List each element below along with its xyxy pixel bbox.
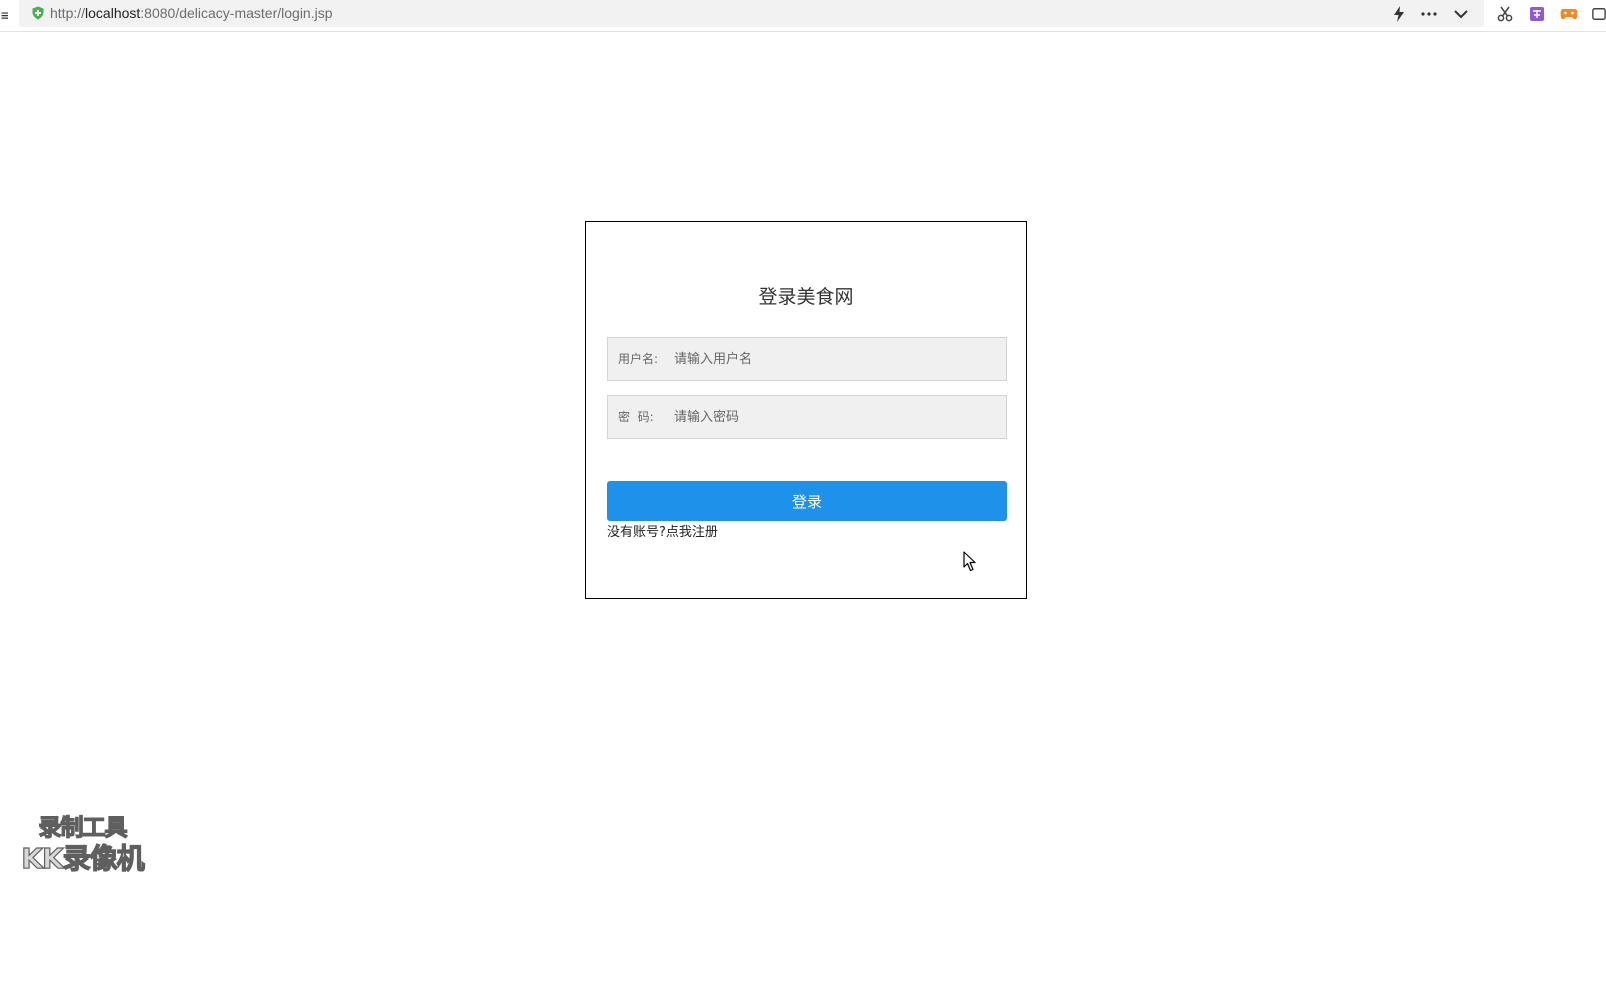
chevron-down-icon[interactable]: [1451, 4, 1471, 24]
watermark-line-1: 录制工具: [38, 814, 128, 841]
extension-icon[interactable]: [1592, 4, 1606, 24]
address-bar[interactable]: http://localhost:8080/delicacy-master/lo…: [19, 0, 1484, 27]
login-card: 登录美食网 用户名: 密 码: 登录 没有账号?点我注册: [585, 221, 1027, 599]
scissors-icon[interactable]: [1495, 4, 1515, 24]
login-title: 登录美食网: [758, 286, 854, 308]
login-button[interactable]: 登录: [607, 481, 1007, 521]
url-text[interactable]: http://localhost:8080/delicacy-master/lo…: [50, 4, 333, 23]
password-label: 密 码:: [618, 410, 654, 424]
lightning-icon[interactable]: [1389, 4, 1409, 24]
username-input[interactable]: [674, 347, 994, 371]
watermark-line-2: KK录像机: [21, 841, 146, 875]
register-link[interactable]: 点我注册: [666, 525, 718, 540]
game-icon[interactable]: [1559, 4, 1579, 24]
url-prefix: http://: [50, 5, 86, 21]
url-path: :8080/delicacy-master/login.jsp: [140, 5, 333, 21]
recorder-watermark: 录制工具 KK录像机: [10, 814, 155, 876]
translate-icon[interactable]: [1527, 4, 1547, 24]
more-icon[interactable]: [1419, 4, 1439, 24]
secure-shield-icon: [32, 6, 44, 20]
browser-toolbar: ≡ http://localhost:8080/delicacy-master/…: [0, 0, 1606, 32]
mouse-cursor-icon: [963, 551, 976, 572]
url-host: localhost: [85, 5, 141, 21]
password-input[interactable]: [674, 405, 994, 429]
register-prompt: 没有账号?点我注册: [607, 524, 718, 542]
username-field[interactable]: 用户名:: [607, 337, 1007, 381]
username-label: 用户名:: [618, 352, 659, 366]
menu-icon[interactable]: ≡: [0, 6, 8, 26]
register-prompt-text: 没有账号?: [607, 525, 666, 540]
password-field[interactable]: 密 码:: [607, 395, 1007, 439]
